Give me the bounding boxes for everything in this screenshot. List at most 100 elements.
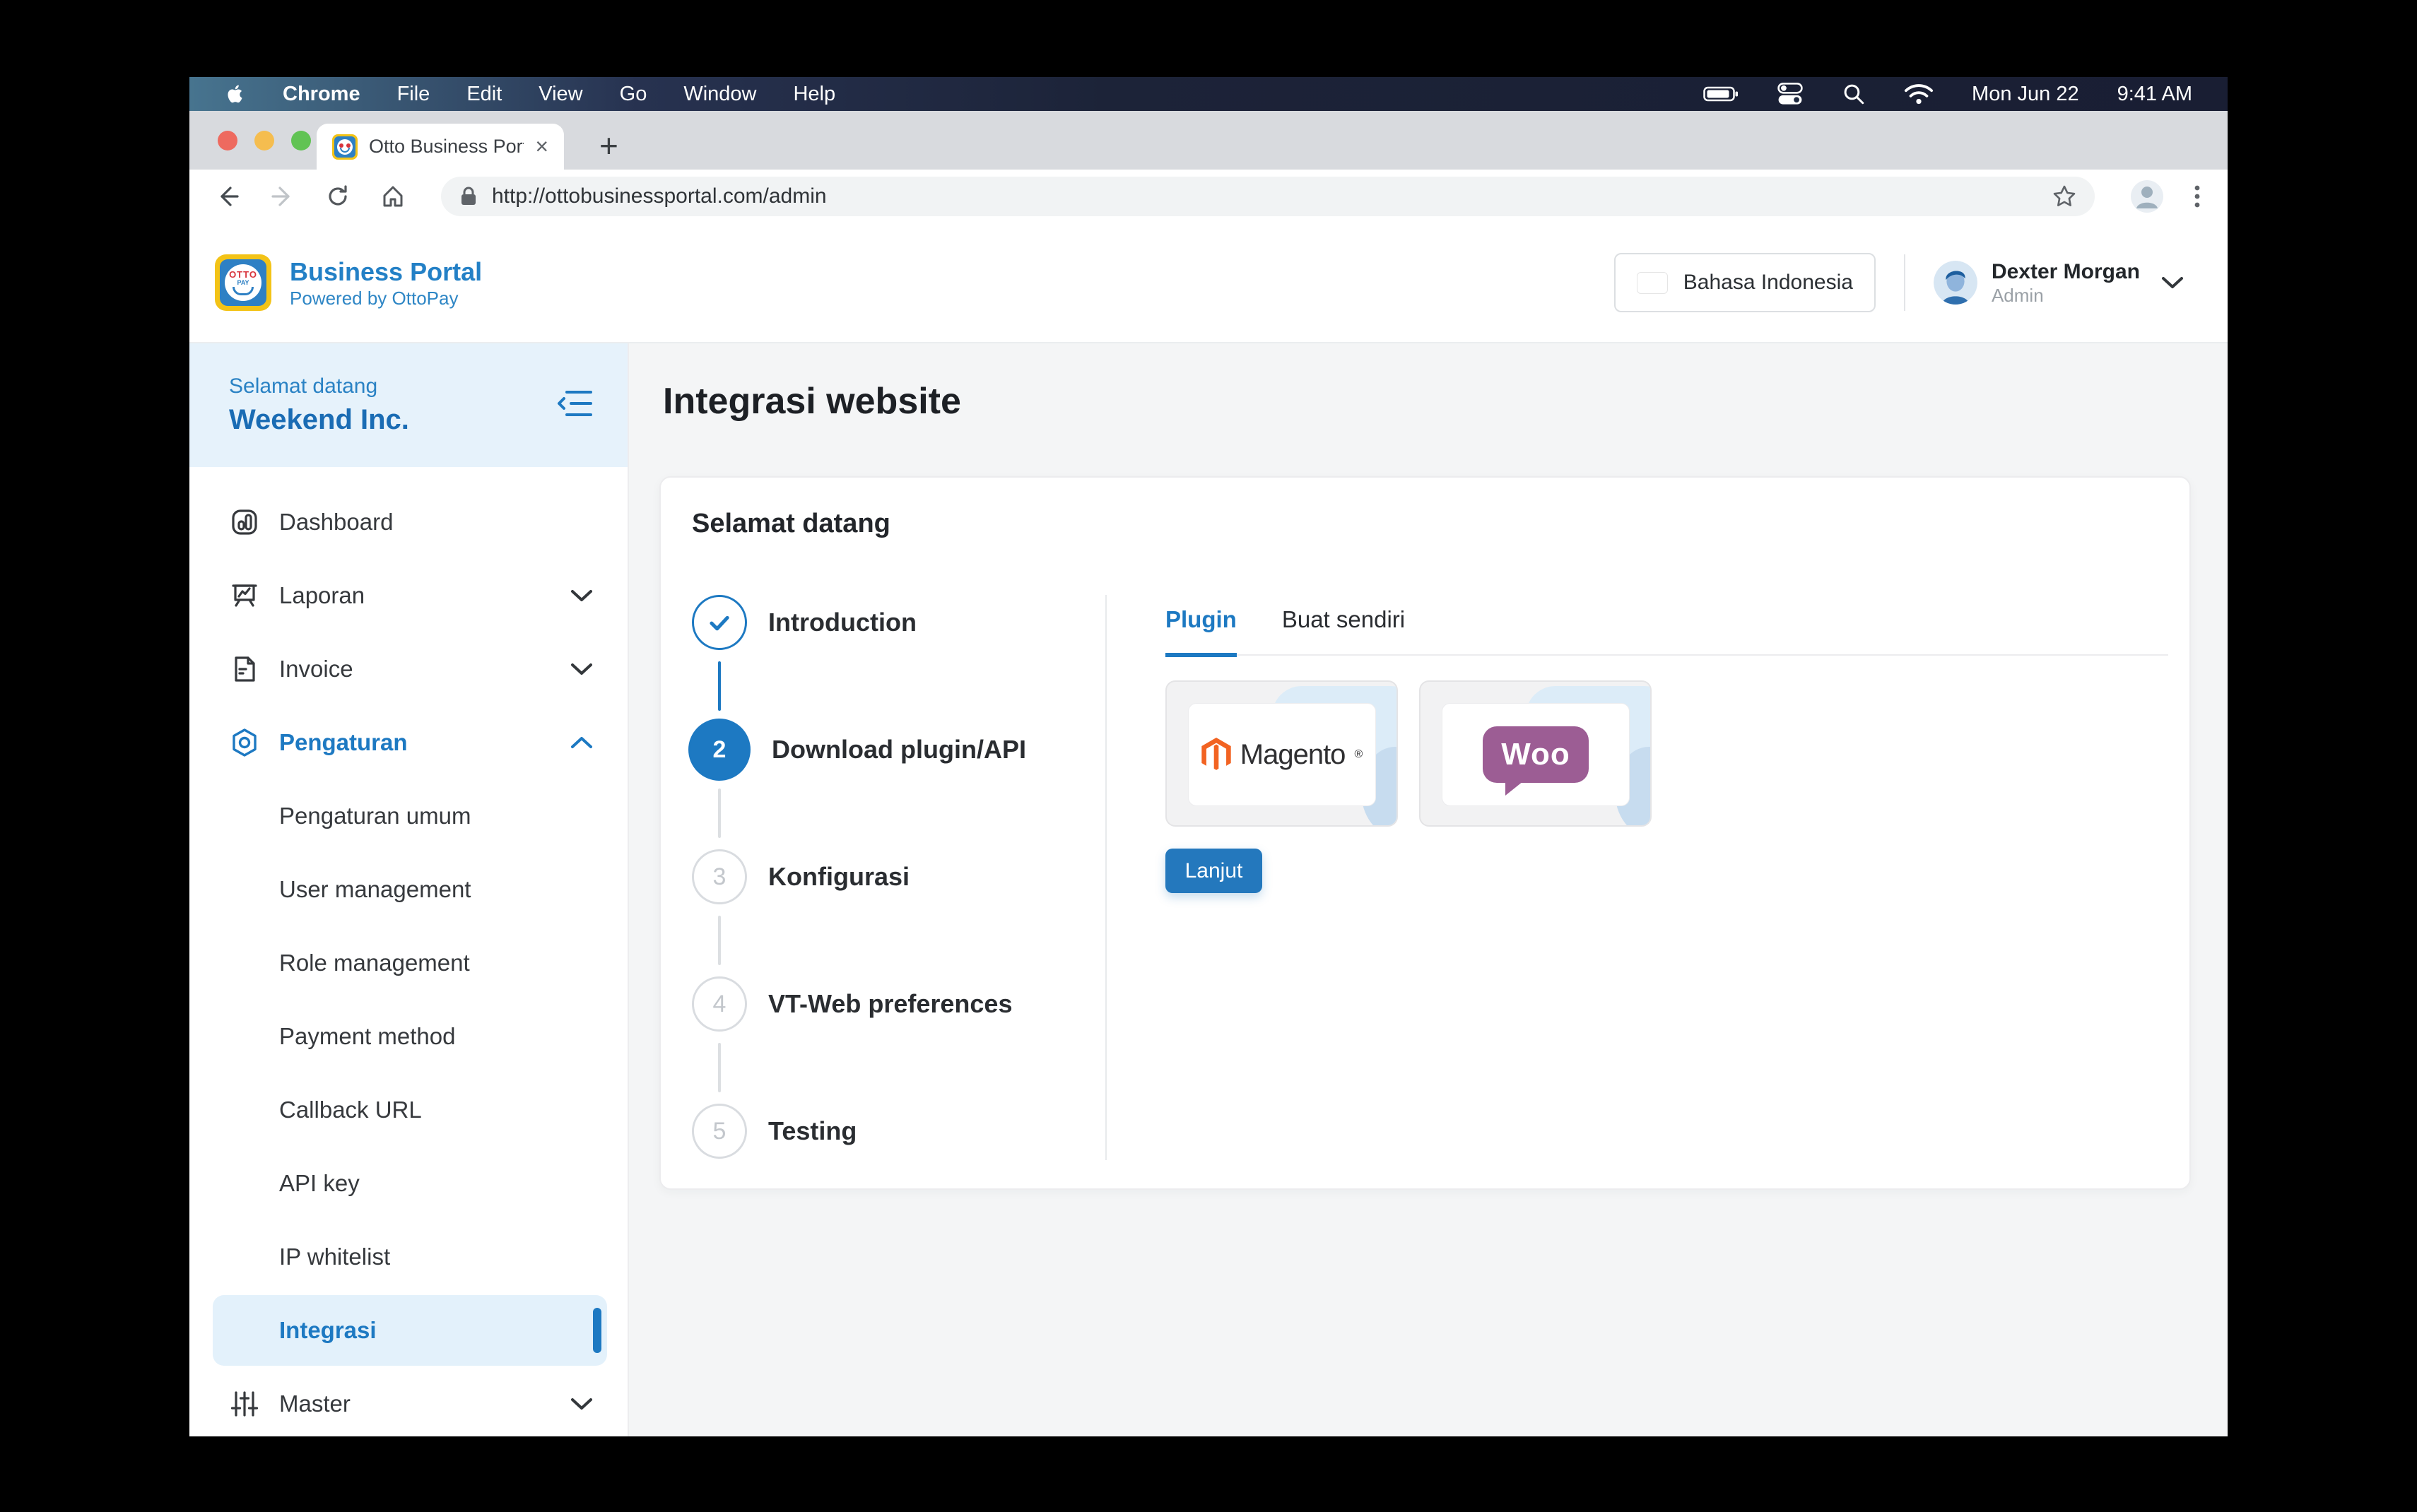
- menubar-item-go[interactable]: Go: [620, 83, 647, 106]
- chevron-down-icon: [570, 1396, 594, 1412]
- step-number: 5: [692, 1104, 747, 1159]
- sidebar-item-label: Dashboard: [279, 509, 393, 536]
- sidebar-item-label: Laporan: [279, 582, 365, 609]
- step-connector: [718, 789, 721, 838]
- logo-subtext: PAY: [237, 279, 249, 286]
- language-selector[interactable]: Bahasa Indonesia: [1614, 253, 1876, 312]
- profile-icon[interactable]: [2130, 179, 2164, 213]
- ottopay-favicon: [332, 134, 358, 160]
- sidebar-item-label: User management: [279, 876, 471, 903]
- bookmark-star-icon[interactable]: [2052, 184, 2076, 208]
- macos-screen: Chrome File Edit View Go Window Help Mon…: [189, 77, 2228, 1436]
- card-title: Selamat datang: [692, 509, 2168, 538]
- report-icon: [229, 580, 260, 611]
- sliders-icon: [229, 1388, 260, 1419]
- header-divider: [1904, 254, 1905, 311]
- window-minimize-button[interactable]: [254, 131, 274, 150]
- sidebar-item-label: Pengaturan umum: [279, 803, 471, 829]
- tab-title: Otto Business Portal: [369, 136, 524, 158]
- woo-wordmark: Woo: [1501, 737, 1570, 772]
- sidebar-item-pengaturan-umum[interactable]: Pengaturan umum: [189, 779, 628, 853]
- continue-button[interactable]: Lanjut: [1165, 849, 1262, 893]
- plugin-tabs: Plugin Buat sendiri: [1165, 606, 2168, 656]
- sidebar-item-role-management[interactable]: Role management: [189, 926, 628, 1000]
- browser-menu-icon[interactable]: [2192, 184, 2202, 209]
- wizard-stepper: Introduction 2 Download plugin/API 3 Kon…: [692, 595, 1105, 1160]
- sidebar-item-label: API key: [279, 1170, 360, 1197]
- plugin-card-magento[interactable]: Magento ®: [1165, 680, 1398, 827]
- menubar-app-name[interactable]: Chrome: [283, 83, 360, 106]
- reload-icon[interactable]: [325, 184, 351, 209]
- sidebar-item-ip-whitelist[interactable]: IP whitelist: [189, 1220, 628, 1294]
- plugin-card-woocommerce[interactable]: Woo: [1419, 680, 1652, 827]
- chevron-down-icon: [570, 661, 594, 677]
- desktop-background: Chrome File Edit View Go Window Help Mon…: [0, 0, 2417, 1512]
- step-connector: [718, 661, 721, 711]
- sidebar: Selamat datang Weekend Inc. Dashboard: [189, 343, 629, 1436]
- tab-close-icon[interactable]: ×: [535, 134, 548, 160]
- logo-smile: [233, 287, 254, 295]
- sidebar-item-user-management[interactable]: User management: [189, 853, 628, 926]
- sidebar-item-laporan[interactable]: Laporan: [189, 559, 628, 632]
- home-icon[interactable]: [380, 184, 406, 209]
- user-avatar[interactable]: [1934, 261, 1977, 305]
- menubar-item-window[interactable]: Window: [683, 83, 756, 106]
- window-zoom-button[interactable]: [291, 131, 311, 150]
- step-label: Introduction: [768, 608, 917, 637]
- indonesia-flag-icon: [1637, 272, 1668, 294]
- new-tab-button[interactable]: +: [599, 129, 618, 162]
- control-center-icon[interactable]: [1777, 81, 1804, 107]
- step-label: Konfigurasi: [768, 862, 910, 892]
- address-bar[interactable]: http://ottobusinessportal.com/admin: [441, 177, 2095, 216]
- step-label: Testing: [768, 1116, 857, 1146]
- step-number: 3: [692, 849, 747, 904]
- user-menu-chevron-down-icon[interactable]: [2160, 274, 2185, 291]
- menubar-item-help[interactable]: Help: [793, 83, 835, 106]
- menubar-date[interactable]: Mon Jun 22: [1972, 83, 2079, 106]
- sidebar-collapse-icon[interactable]: [557, 387, 594, 423]
- sidebar-item-label: Role management: [279, 950, 470, 976]
- sidebar-item-pengaturan[interactable]: Pengaturan: [189, 706, 628, 779]
- apple-icon[interactable]: [225, 83, 246, 105]
- sidebar-item-integrasi[interactable]: Integrasi: [213, 1295, 607, 1366]
- url-text[interactable]: http://ottobusinessportal.com/admin: [492, 184, 2038, 208]
- sidebar-item-master[interactable]: Master: [189, 1367, 628, 1436]
- battery-icon[interactable]: [1703, 85, 1739, 102]
- sidebar-item-dashboard[interactable]: Dashboard: [189, 485, 628, 559]
- tab-plugin[interactable]: Plugin: [1165, 606, 1237, 657]
- page-title: Integrasi website: [663, 380, 2191, 423]
- forward-icon[interactable]: [270, 184, 295, 209]
- menubar-item-edit[interactable]: Edit: [466, 83, 502, 106]
- logo-text: OTTO: [229, 270, 257, 279]
- sidebar-item-invoice[interactable]: Invoice: [189, 632, 628, 706]
- sidebar-menu: Dashboard Laporan Invoice: [189, 467, 628, 1436]
- sidebar-item-callback-url[interactable]: Callback URL: [189, 1073, 628, 1147]
- window-close-button[interactable]: [218, 131, 237, 150]
- spotlight-icon[interactable]: [1842, 82, 1866, 106]
- step-konfigurasi[interactable]: 3 Konfigurasi: [692, 849, 1105, 904]
- step-connector: [718, 1043, 721, 1092]
- step-introduction[interactable]: Introduction: [692, 595, 1105, 650]
- step-number: 4: [692, 976, 747, 1032]
- menubar-time[interactable]: 9:41 AM: [2117, 83, 2192, 106]
- sidebar-item-api-key[interactable]: API key: [189, 1147, 628, 1220]
- step-check-icon: [692, 595, 747, 650]
- sidebar-item-payment-method[interactable]: Payment method: [189, 1000, 628, 1073]
- dashboard-icon: [229, 507, 260, 538]
- sidebar-item-label: Pengaturan: [279, 729, 408, 756]
- macos-menubar: Chrome File Edit View Go Window Help Mon…: [189, 77, 2228, 111]
- browser-tab[interactable]: Otto Business Portal ×: [317, 124, 564, 170]
- step-testing[interactable]: 5 Testing: [692, 1104, 1105, 1159]
- menubar-item-view[interactable]: View: [539, 83, 582, 106]
- sidebar-item-label: Integrasi: [279, 1317, 377, 1344]
- back-icon[interactable]: [215, 184, 240, 209]
- sidebar-item-label: Callback URL: [279, 1097, 422, 1123]
- wifi-icon[interactable]: [1904, 83, 1934, 105]
- step-vt-web-preferences[interactable]: 4 VT-Web preferences: [692, 976, 1105, 1032]
- menubar-item-file[interactable]: File: [397, 83, 430, 106]
- step-number: 2: [688, 719, 751, 781]
- lock-icon[interactable]: [459, 186, 478, 207]
- tab-buat-sendiri[interactable]: Buat sendiri: [1282, 606, 1405, 654]
- user-info: Dexter Morgan Admin: [1992, 259, 2140, 307]
- step-download-plugin-api[interactable]: 2 Download plugin/API: [692, 722, 1105, 777]
